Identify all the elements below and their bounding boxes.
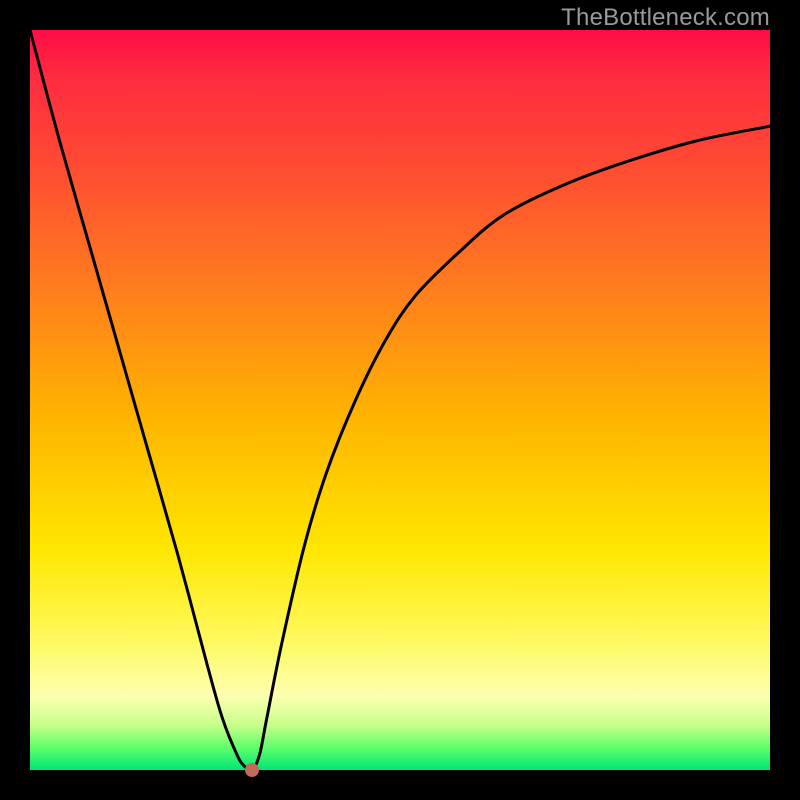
watermark-text: TheBottleneck.com: [561, 4, 770, 32]
bottleneck-curve-line: [30, 30, 770, 771]
chart-frame: TheBottleneck.com: [0, 0, 800, 800]
curve-marker-dot: [245, 763, 259, 777]
chart-plot: [30, 30, 770, 770]
